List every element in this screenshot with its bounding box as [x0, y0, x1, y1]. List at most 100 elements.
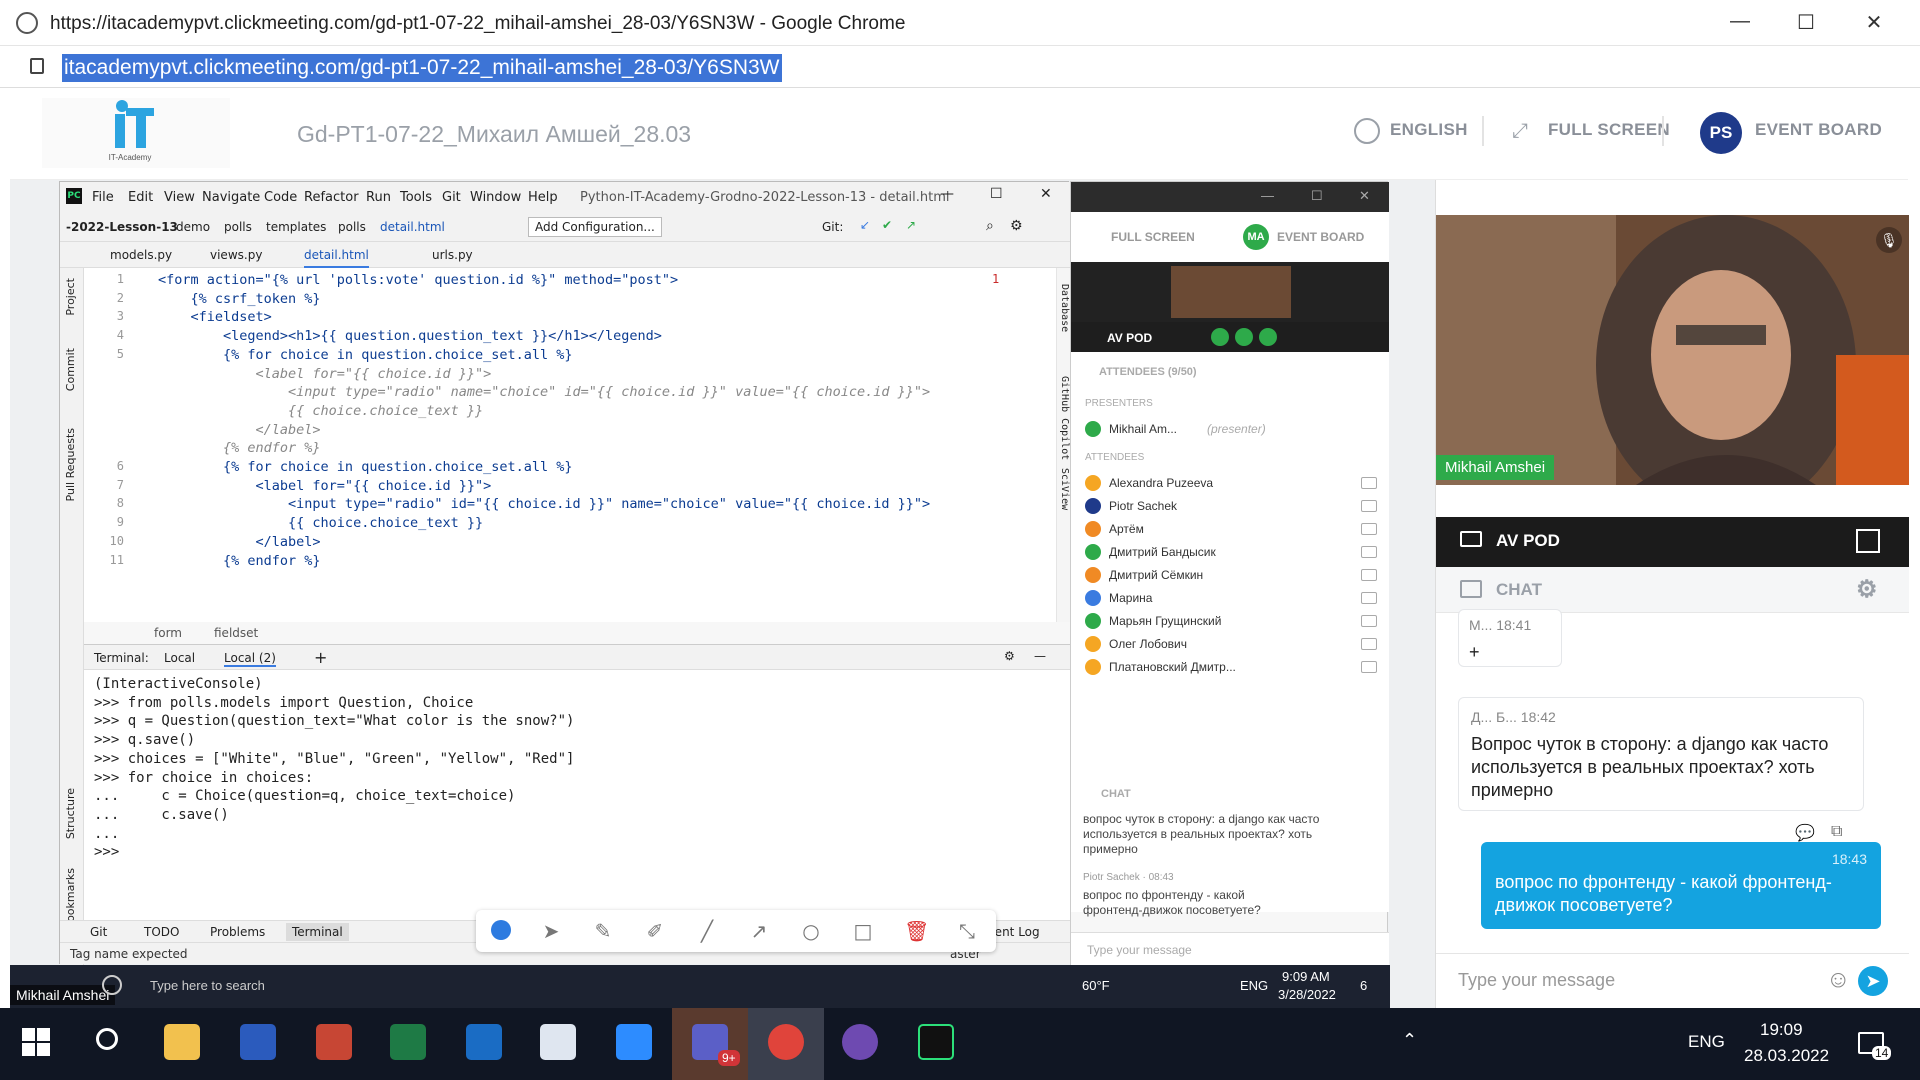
attendee-row[interactable]: Артём	[1085, 518, 1377, 540]
tab-models[interactable]: models.py	[110, 248, 172, 262]
menu-refactor[interactable]: Refactor	[304, 190, 359, 205]
sciview-tool[interactable]: SciView	[1059, 468, 1070, 510]
ma-badge[interactable]: MA	[1243, 224, 1269, 250]
maximize-button[interactable]: ☐	[1786, 10, 1826, 35]
word-icon[interactable]	[240, 1024, 276, 1060]
address-bar[interactable]: itacademypvt.clickmeeting.com/gd-pt1-07-…	[0, 46, 1920, 88]
attendee-row[interactable]: Дмитрий Бандысик	[1085, 541, 1377, 563]
fullscreen-button[interactable]: FULL SCREEN	[1548, 120, 1670, 140]
code-line[interactable]: {% endfor %}	[158, 440, 321, 456]
monitor-icon[interactable]	[1361, 477, 1377, 489]
attendee-row[interactable]: Олег Лобович	[1085, 633, 1377, 655]
menu-help[interactable]: Help	[528, 190, 558, 205]
url-text[interactable]: itacademypvt.clickmeeting.com/gd-pt1-07-…	[62, 54, 782, 82]
crumb-demo[interactable]: demo	[176, 220, 210, 234]
crumb-templates[interactable]: templates	[266, 220, 326, 234]
tab-urls[interactable]: urls.py	[432, 248, 473, 262]
search-icon[interactable]: ⌕	[986, 218, 994, 234]
error-indicator[interactable]: 1	[992, 272, 999, 286]
git-update-icon[interactable]: ↙	[860, 218, 870, 232]
add-reaction[interactable]: +	[1469, 641, 1551, 664]
zoom-icon[interactable]	[616, 1024, 652, 1060]
inner-lang[interactable]: ENG	[1240, 978, 1268, 993]
inner-type-placeholder[interactable]: Type your message	[1087, 943, 1192, 957]
git-commit-icon[interactable]: ✔	[882, 218, 892, 232]
taskbar-search[interactable]: Type here to search	[150, 978, 265, 993]
terminal-tab[interactable]: Terminal	[286, 923, 349, 941]
crumb-polls[interactable]: polls	[338, 220, 366, 234]
monitor-icon[interactable]	[1361, 500, 1377, 512]
problems-tab[interactable]: Problems	[210, 925, 265, 939]
menu-navigate[interactable]: Navigate	[202, 190, 260, 205]
code-line[interactable]: <input type="radio" name="choice" id="{{…	[158, 384, 930, 400]
database-tool[interactable]: Database	[1059, 284, 1070, 332]
arrow-icon[interactable]: ↗	[748, 920, 770, 942]
monitor-icon[interactable]	[1361, 523, 1377, 535]
menu-tools[interactable]: Tools	[400, 190, 432, 205]
crumb-fieldset[interactable]: fieldset	[214, 626, 258, 640]
menu-edit[interactable]: Edit	[128, 190, 153, 205]
pull-requests-tool[interactable]: Pull Requests	[64, 428, 77, 501]
ide-minimize-button[interactable]: —	[940, 186, 954, 202]
commit-tool[interactable]: Commit	[64, 348, 77, 391]
crumb-file[interactable]: detail.html	[380, 220, 445, 234]
chat-settings-icon[interactable]: ⚙	[1856, 575, 1878, 604]
camera-toggle-icon[interactable]	[1211, 328, 1229, 346]
code-line[interactable]: <form action="{% url 'polls:vote' questi…	[158, 272, 678, 288]
circle-icon[interactable]: ○	[800, 920, 822, 942]
file-explorer-icon[interactable]	[164, 1024, 200, 1060]
mic-toggle-icon[interactable]	[1235, 328, 1253, 346]
monitor-icon[interactable]	[1361, 546, 1377, 558]
monitor-icon[interactable]	[1361, 592, 1377, 604]
ide-close-button[interactable]: ✕	[1040, 186, 1052, 202]
code-line[interactable]: <input type="radio" id="{{ choice.id }}"…	[158, 496, 930, 512]
code-editor[interactable]: 1 <form action="{% url 'polls:vote' quest…	[84, 268, 1070, 622]
code-line[interactable]: {{ choice.choice_text }}	[158, 515, 483, 531]
minimize-button[interactable]: —	[1720, 10, 1760, 33]
collapse-icon[interactable]: ⤡	[956, 920, 978, 942]
monitor-icon[interactable]	[1361, 638, 1377, 650]
inner-notif[interactable]: 6	[1360, 978, 1367, 993]
terminal-tab-local2[interactable]: Local (2)	[224, 651, 276, 667]
code-line[interactable]: <legend><h1>{{ question.question_text }}…	[158, 328, 662, 344]
tab-detail[interactable]: detail.html	[304, 248, 369, 268]
inner-event-board[interactable]: EVENT BOARD	[1277, 230, 1364, 244]
crumb-form[interactable]: form	[154, 626, 182, 640]
chrome-icon[interactable]	[768, 1024, 804, 1060]
trash-icon[interactable]: 🗑	[904, 920, 929, 942]
menu-file[interactable]: File	[92, 190, 114, 205]
monitor-icon[interactable]	[1361, 615, 1377, 627]
code-line[interactable]: {% csrf_token %}	[158, 291, 321, 307]
todo-tab[interactable]: TODO	[144, 925, 179, 939]
pointer-icon[interactable]: ➤	[540, 920, 562, 942]
taskbar-lang[interactable]: ENG	[1688, 1032, 1725, 1052]
language-button[interactable]: ENGLISH	[1390, 120, 1468, 140]
terminal-settings-icon[interactable]: ⚙	[1004, 649, 1015, 663]
rectangle-icon[interactable]: □	[852, 920, 874, 942]
menu-code[interactable]: Code	[264, 190, 297, 205]
attendee-row[interactable]: Дмитрий Сёмкин	[1085, 564, 1377, 586]
chevron-up-icon[interactable]: ⌃	[1402, 1030, 1417, 1051]
attendee-row[interactable]: Марина	[1085, 587, 1377, 609]
presenter-row[interactable]: Mikhail Am... (presenter)	[1085, 418, 1377, 440]
tab-views[interactable]: views.py	[210, 248, 262, 262]
menu-git[interactable]: Git	[442, 190, 461, 205]
code-line[interactable]: <fieldset>	[158, 309, 272, 325]
powerpoint-icon[interactable]	[316, 1024, 352, 1060]
inner-fullscreen[interactable]: FULL SCREEN	[1111, 230, 1195, 244]
terminal-hide-icon[interactable]: —	[1034, 649, 1046, 663]
search-icon[interactable]	[96, 1028, 118, 1050]
pencil-icon[interactable]: ✎	[592, 920, 614, 942]
code-line[interactable]: {% for choice in question.choice_set.all…	[158, 347, 573, 363]
ide-maximize-button[interactable]: ☐	[990, 186, 1003, 202]
emoji-icon[interactable]: ☺	[1826, 966, 1851, 994]
user-avatar-badge[interactable]: PS	[1700, 112, 1742, 154]
add-configuration-button[interactable]: Add Configuration...	[528, 217, 662, 237]
pycharm-icon[interactable]	[918, 1024, 954, 1060]
code-line[interactable]: <label for="{{ choice.id }}">	[158, 478, 492, 494]
color-picker-icon[interactable]	[491, 920, 511, 940]
git-push-icon[interactable]: ↗	[906, 218, 916, 232]
terminal-output[interactable]: (InteractiveConsole) >>> from polls.model…	[84, 670, 1070, 930]
menu-run[interactable]: Run	[366, 190, 391, 205]
excel-icon[interactable]	[390, 1024, 426, 1060]
